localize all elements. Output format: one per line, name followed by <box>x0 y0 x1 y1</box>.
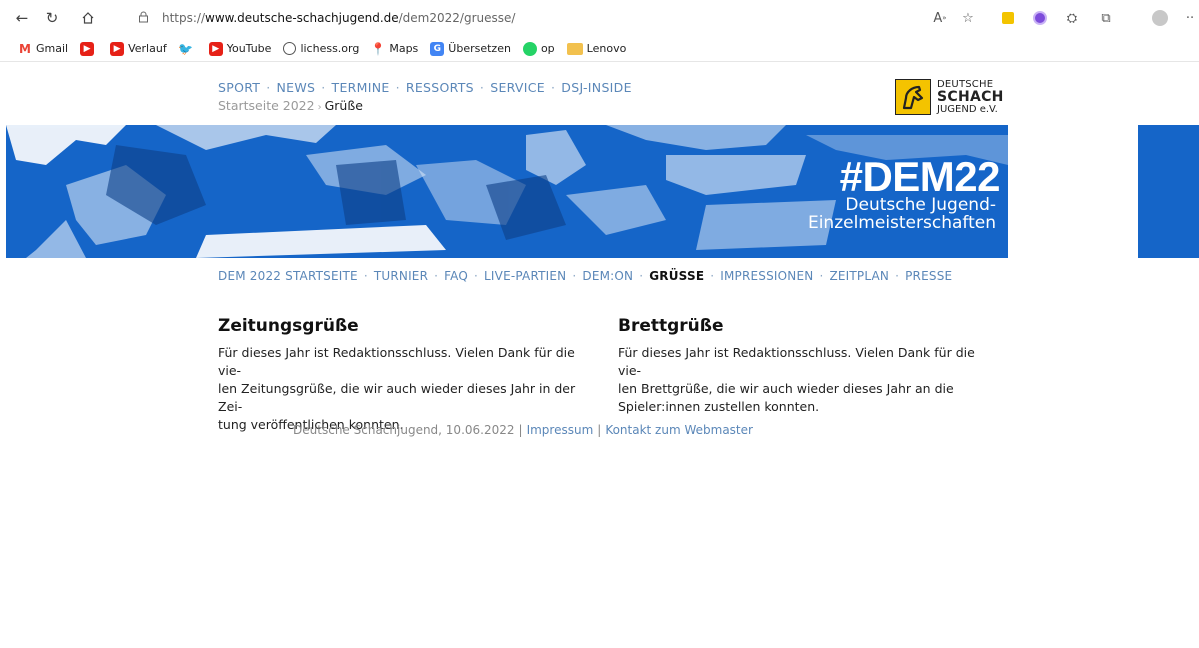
breadcrumb-current: Grüße <box>324 98 363 113</box>
banner-subtitle: Deutsche Jugend- <box>845 195 996 215</box>
nav-service[interactable]: SERVICE <box>490 80 545 95</box>
extensions-icon[interactable]: ⛭ <box>1062 8 1082 28</box>
youtube-icon: ▶ <box>110 41 125 56</box>
bookmark-op[interactable]: op <box>522 41 555 56</box>
extension-circle-icon[interactable] <box>1030 8 1050 28</box>
subnav-impressionen[interactable]: IMPRESSIONEN <box>720 269 813 283</box>
bookmark-youtube-1[interactable]: ▶ <box>80 41 98 56</box>
nav-dsj-inside[interactable]: DSJ-INSIDE <box>561 80 632 95</box>
breadcrumb-arrow-icon: › <box>317 102 322 113</box>
hero-banner: #DEM22 Deutsche Jugend- Einzelmeistersch… <box>0 125 1199 258</box>
subnav-zeitplan[interactable]: ZEITPLAN <box>829 269 889 283</box>
section-text: Für dieses Jahr ist Redaktionsschluss. V… <box>618 345 975 414</box>
subnav-turnier[interactable]: TURNIER <box>374 269 428 283</box>
bookmark-lichess[interactable]: lichess.org <box>283 42 359 55</box>
lichess-icon <box>283 42 297 55</box>
footer-text: Deutsche Schachjugend, 10.06.2022 <box>293 423 515 437</box>
breadcrumb: Startseite 2022 › Grüße <box>218 98 363 113</box>
nav-termine[interactable]: TERMINE <box>332 80 390 95</box>
board-greetings-section: Brettgrüße Für dieses Jahr ist Redaktion… <box>618 316 998 416</box>
reload-icon[interactable]: ↻ <box>40 6 64 30</box>
banner-edge <box>1138 125 1199 258</box>
bookmark-gmail[interactable]: M Gmail <box>18 42 68 56</box>
banner-subtitle-2: Einzelmeisterschaften <box>807 213 996 233</box>
impressum-link[interactable]: Impressum <box>527 423 594 437</box>
bookmarks-bar: M Gmail ▶ ▶ Verlauf 🐦 ▶ YouTube lichess.… <box>0 36 1199 62</box>
folder-icon <box>566 42 583 55</box>
bookmark-verlauf[interactable]: ▶ Verlauf <box>110 41 167 56</box>
bookmark-youtube[interactable]: ▶ YouTube <box>208 41 271 56</box>
home-icon[interactable] <box>76 6 100 30</box>
url-text[interactable]: https://www.deutsche-schachjugend.de/dem… <box>162 11 515 25</box>
banner-image: #DEM22 Deutsche Jugend- Einzelmeistersch… <box>6 125 1008 258</box>
youtube-icon: ▶ <box>80 41 95 56</box>
bookmark-translate[interactable]: G Übersetzen <box>430 41 511 56</box>
more-menu-icon[interactable]: ·· <box>1180 8 1199 28</box>
section-title: Zeitungsgrüße <box>218 316 359 336</box>
section-text: Für dieses Jahr ist Redaktionsschluss. V… <box>218 345 576 432</box>
collections-icon[interactable]: ⧉ <box>1096 8 1116 28</box>
back-icon[interactable]: ← <box>10 6 34 30</box>
nav-sport[interactable]: SPORT <box>218 80 260 95</box>
youtube-icon: ▶ <box>208 41 223 56</box>
breadcrumb-home[interactable]: Startseite 2022 <box>218 98 315 113</box>
webmaster-contact-link[interactable]: Kontakt zum Webmaster <box>605 423 753 437</box>
profile-avatar[interactable] <box>1150 8 1170 28</box>
subnav-gruesse[interactable]: GRÜSSE <box>649 269 704 283</box>
browser-toolbar: ← ↻ https://www.deutsche-schachjugend.de… <box>0 0 1199 36</box>
main-navigation: SPORT · NEWS · TERMINE · RESSORTS · SERVICE · DSJ-… <box>218 80 632 95</box>
dsj-logo[interactable]: DEUTSCHE SCHACH JUGEND e.V. <box>895 78 1004 116</box>
banner-title: #DEM22 <box>839 153 1001 200</box>
nav-ressorts[interactable]: RESSORTS <box>406 80 474 95</box>
subnav-startseite[interactable]: DEM 2022 STARTSEITE <box>218 269 358 283</box>
lock-icon[interactable] <box>138 11 156 26</box>
subnav-faq[interactable]: FAQ <box>444 269 468 283</box>
maps-icon: 📍 <box>370 41 386 56</box>
read-aloud-icon[interactable]: A» <box>930 8 950 28</box>
page-footer: Deutsche Schachjugend, 10.06.2022 | Impres… <box>293 423 753 437</box>
subnav-presse[interactable]: PRESSE <box>905 269 952 283</box>
section-title: Brettgrüße <box>618 316 724 336</box>
subnav-live-partien[interactable]: LIVE-PARTIEN <box>484 269 566 283</box>
extension-note-icon[interactable] <box>998 8 1018 28</box>
bookmark-twitter[interactable]: 🐦 <box>178 41 197 56</box>
subnav-dem-on[interactable]: DEM:ON <box>582 269 633 283</box>
whatsapp-icon <box>522 41 537 56</box>
translate-icon: G <box>430 41 445 56</box>
gmail-icon: M <box>19 41 31 56</box>
twitter-icon: 🐦 <box>178 41 194 56</box>
event-navigation: DEM 2022 STARTSEITE · TURNIER · FAQ · LIVE-PAR… <box>218 269 953 283</box>
address-bar[interactable]: https://www.deutsche-schachjugend.de/dem… <box>130 5 910 31</box>
favorite-star-icon[interactable]: ☆ <box>958 8 978 28</box>
bookmark-maps[interactable]: 📍 Maps <box>371 42 418 56</box>
newspaper-greetings-section: Zeitungsgrüße Für dieses Jahr ist Redakt… <box>218 316 598 434</box>
bookmark-lenovo[interactable]: Lenovo <box>566 42 626 55</box>
nav-news[interactable]: NEWS <box>277 80 316 95</box>
knight-logo-icon <box>895 79 931 115</box>
